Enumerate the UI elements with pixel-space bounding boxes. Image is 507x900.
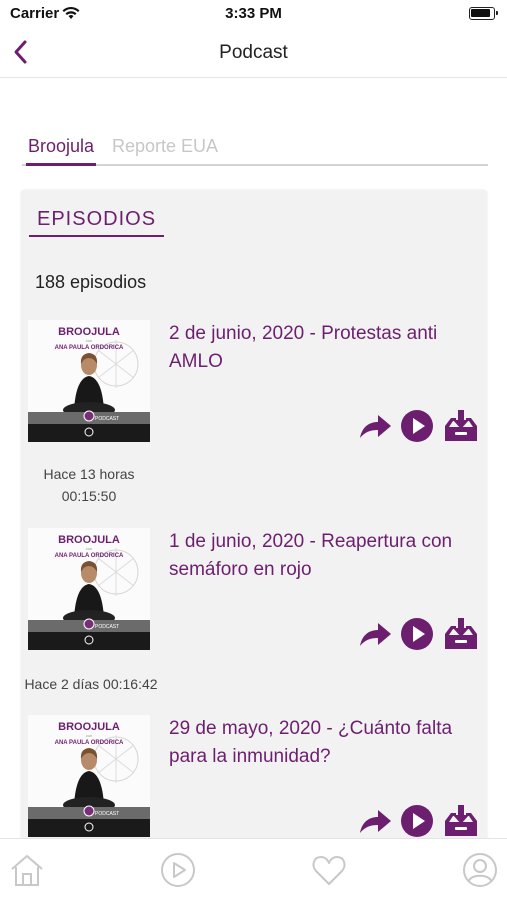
- cover-brand: BROOJULA: [58, 721, 120, 733]
- home-icon[interactable]: [9, 852, 45, 888]
- episode-cover[interactable]: BROOJULA con ANA PAULA ORDORICA PODCAST: [28, 715, 150, 837]
- episode-actions: [357, 408, 481, 444]
- heart-icon[interactable]: [311, 852, 347, 888]
- cover-host: ANA PAULA ORDORICA: [55, 740, 124, 746]
- cover-host: ANA PAULA ORDORICA: [55, 345, 124, 351]
- clock: 3:33 PM: [225, 5, 282, 22]
- cover-badge: PODCAST: [95, 624, 119, 630]
- user-icon[interactable]: [462, 852, 498, 888]
- page-title: Podcast: [219, 42, 288, 63]
- episode-meta: Hace 2 días 00:16:42: [24, 676, 158, 692]
- play-icon[interactable]: [399, 408, 435, 444]
- episode-title[interactable]: 1 de junio, 2020 - Reapertura con semáfo…: [169, 528, 469, 584]
- episodes-card: EPISODIOS 188 episodios BROOJULA con ANA…: [21, 190, 487, 890]
- cover-badge: PODCAST: [95, 811, 119, 817]
- episode-item[interactable]: BROOJULA con ANA PAULA ORDORICA PODCAST …: [21, 528, 487, 698]
- episode-actions: [357, 803, 481, 839]
- episode-duration: 00:15:50: [61, 488, 117, 504]
- episode-item[interactable]: BROOJULA con ANA PAULA ORDORICA PODCAST …: [21, 320, 487, 510]
- cover-art: BROOJULA con ANA PAULA ORDORICA PODCAST: [28, 320, 150, 442]
- episode-cover[interactable]: BROOJULA con ANA PAULA ORDORICA PODCAST: [28, 320, 150, 442]
- cover-small-line: con: [86, 338, 92, 343]
- download-icon[interactable]: [443, 616, 479, 652]
- cover-small-line: con: [86, 546, 92, 551]
- share-icon[interactable]: [357, 408, 393, 444]
- section-title: EPISODIOS: [29, 208, 165, 237]
- play-circle-icon[interactable]: [160, 852, 196, 888]
- cover-host: ANA PAULA ORDORICA: [55, 553, 124, 559]
- download-icon[interactable]: [443, 408, 479, 444]
- cover-badge: PODCAST: [95, 416, 119, 422]
- nav-bar: Podcast: [0, 30, 507, 78]
- tab-broojula[interactable]: Broojula: [26, 134, 97, 166]
- download-icon[interactable]: [443, 803, 479, 839]
- episode-cover[interactable]: BROOJULA con ANA PAULA ORDORICA PODCAST: [28, 528, 150, 650]
- episode-time-ago: Hace 13 horas: [43, 466, 135, 482]
- cover-brand: BROOJULA: [58, 534, 120, 546]
- battery-icon: [469, 7, 498, 20]
- play-icon[interactable]: [399, 616, 435, 652]
- tab-reporte-eua[interactable]: Reporte EUA: [112, 134, 218, 166]
- cover-brand: BROOJULA: [58, 326, 120, 338]
- play-icon[interactable]: [399, 803, 435, 839]
- episode-title[interactable]: 29 de mayo, 2020 - ¿Cuánto falta para la…: [169, 715, 469, 771]
- episode-title[interactable]: 2 de junio, 2020 - Protestas anti AMLO: [169, 320, 469, 376]
- share-icon[interactable]: [357, 616, 393, 652]
- cover-small-line: con: [86, 733, 92, 738]
- share-icon[interactable]: [357, 803, 393, 839]
- bottom-tab-bar: [0, 838, 507, 900]
- status-bar: Carrier 3:33 PM: [0, 0, 507, 30]
- cover-art: BROOJULA con ANA PAULA ORDORICA PODCAST: [28, 528, 150, 650]
- podcast-tabs: Broojula Reporte EUA: [22, 134, 488, 166]
- episode-actions: [357, 616, 481, 652]
- episodes-count: 188 episodios: [35, 272, 147, 292]
- cover-art: BROOJULA con ANA PAULA ORDORICA PODCAST: [28, 715, 150, 837]
